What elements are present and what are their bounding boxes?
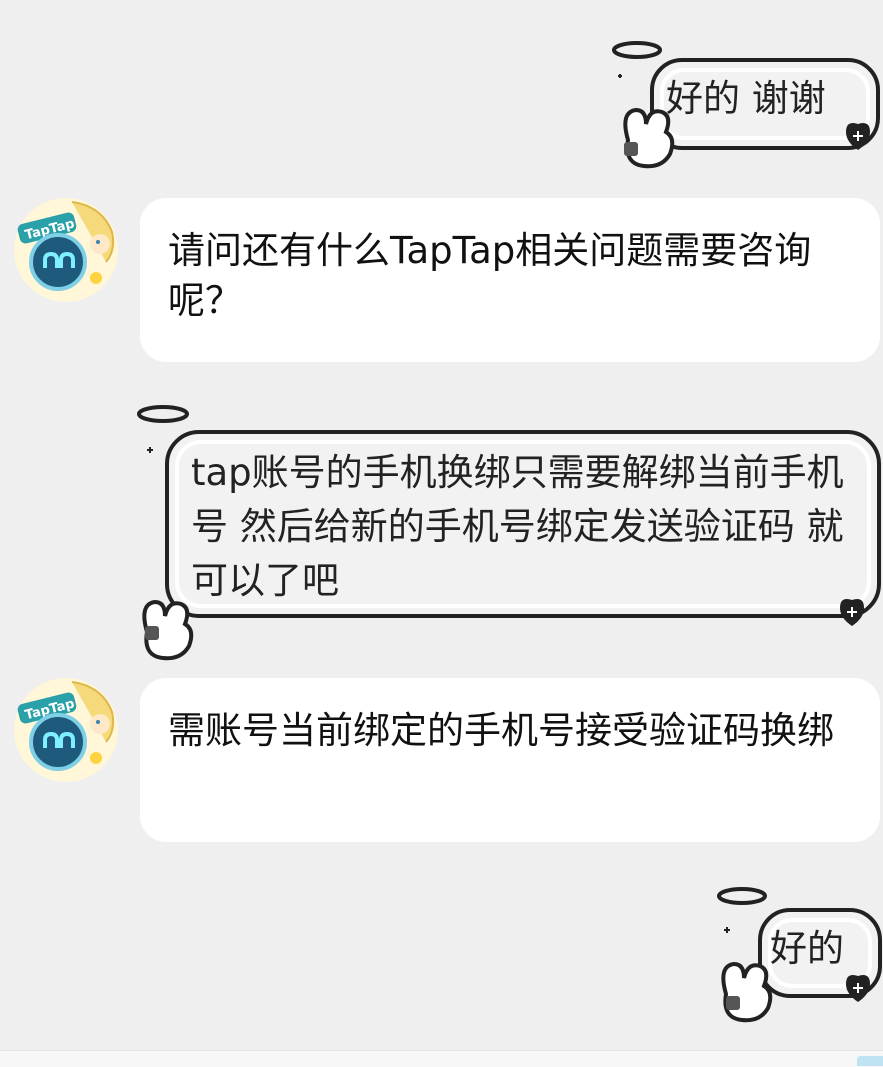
message-text: 需账号当前绑定的手机号接受验证码换绑 (168, 709, 834, 752)
taptap-avatar[interactable]: TapTap official (12, 196, 120, 304)
bottom-accent (857, 1056, 883, 1066)
sent-message-3[interactable]: 好的 (712, 884, 883, 1024)
taptap-avatar[interactable]: TapTap official (12, 676, 120, 784)
message-text: 好的 (770, 927, 844, 970)
sent-message-1[interactable]: 好的 谢谢 (608, 36, 883, 176)
received-message-bubble[interactable]: 请问还有什么TapTap相关问题需要咨询呢？ (140, 198, 880, 362)
received-message-bubble[interactable]: 需账号当前绑定的手机号接受验证码换绑 (140, 678, 880, 842)
message-text: 请问还有什么TapTap相关问题需要咨询呢？ (168, 229, 812, 322)
message-text: 好的 谢谢 (666, 77, 826, 120)
sent-message-2[interactable]: tap账号的手机换绑只需要解绑当前手机号 然后给新的手机号绑定发送验证码 就可以… (135, 402, 883, 661)
bottom-input-bar[interactable] (0, 1050, 883, 1067)
message-text: tap账号的手机换绑只需要解绑当前手机号 然后给新的手机号绑定发送验证码 就可以… (191, 451, 844, 602)
